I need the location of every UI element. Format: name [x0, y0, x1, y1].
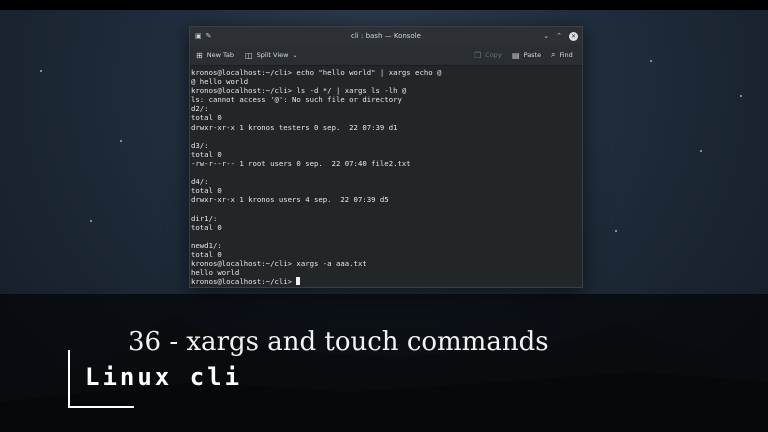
split-view-label: Split View — [256, 51, 289, 59]
close-icon[interactable]: ✕ — [569, 31, 578, 41]
top-black-bar — [0, 0, 768, 10]
chevron-down-icon: ⌄ — [292, 51, 298, 59]
episode-title: 36 - xargs and touch commands — [128, 327, 549, 357]
copy-button[interactable]: ❐ Copy — [474, 45, 502, 65]
window-titlebar[interactable]: ▣ ✎ cli : bash — Konsole ⌄ ⌃ ✕ — [190, 27, 582, 45]
terminal-output[interactable]: kronos@localhost:~/cli> echo "hello worl… — [190, 66, 582, 287]
new-tab-icon: ⊞ — [196, 50, 203, 60]
terminal-line: newd1/: — [191, 240, 222, 250]
terminal-line: total 0 — [191, 149, 222, 159]
copy-label: Copy — [485, 51, 502, 59]
minimize-icon[interactable]: ⌄ — [543, 27, 549, 45]
terminal-line: total 0 — [191, 186, 222, 196]
terminal-line: @ hello world — [191, 77, 249, 87]
paste-label: Paste — [523, 51, 542, 59]
terminal-line: total 0 — [191, 222, 222, 232]
brand-logo-text: Linux cli — [85, 363, 243, 391]
copy-icon: ❐ — [474, 50, 482, 60]
terminal-line: -rw-r--r-- 1 root users 0 sep. 22 07:40 … — [191, 158, 411, 168]
terminal-prompt: kronos@localhost:~/cli> — [191, 277, 297, 287]
terminal-line: kronos@localhost:~/cli> ls -d */ | xargs… — [191, 86, 407, 96]
brand-frame-vertical — [68, 350, 70, 408]
terminal-line: d3/: — [191, 140, 209, 150]
terminal-line: ls: cannot access '@': No such file or d… — [191, 95, 402, 105]
window-title: cli : bash — Konsole — [351, 32, 421, 40]
terminal-line: total 0 — [191, 113, 222, 123]
brand-frame-horizontal — [68, 406, 134, 408]
terminal-line: drwxr-xr-x 1 kronos users 4 sep. 22 07:3… — [191, 195, 389, 205]
terminal-line: kronos@localhost:~/cli> echo "hello worl… — [191, 68, 442, 77]
app-menu-icon[interactable]: ▣ — [195, 27, 202, 45]
terminal-prompt-line: kronos@localhost:~/cli> — [191, 277, 581, 286]
find-label: Find — [559, 51, 573, 59]
konsole-toolbar: ⊞ New Tab ◫ Split View ⌄ ❐ Copy ▤ Paste … — [190, 45, 582, 66]
terminal-line: hello world — [191, 268, 240, 278]
text-cursor — [296, 277, 301, 286]
terminal-line: total 0 — [191, 249, 222, 259]
terminal-line: drwxr-xr-x 1 kronos testers 0 sep. 22 07… — [191, 122, 398, 132]
pin-icon[interactable]: ✎ — [206, 27, 212, 45]
split-view-button[interactable]: ◫ Split View ⌄ — [245, 45, 298, 65]
search-icon: ⌕ — [551, 50, 556, 59]
terminal-line: d2/: — [191, 104, 209, 114]
find-button[interactable]: ⌕ Find — [551, 45, 573, 65]
paste-button[interactable]: ▤ Paste — [512, 45, 541, 65]
terminal-line: d4/: — [191, 177, 209, 187]
new-tab-button[interactable]: ⊞ New Tab — [196, 45, 234, 65]
terminal-line: dir1/: — [191, 213, 218, 223]
split-view-icon: ◫ — [245, 50, 253, 60]
terminal-line: kronos@localhost:~/cli> xargs -a aaa.txt — [191, 258, 367, 268]
new-tab-label: New Tab — [206, 51, 234, 59]
konsole-window: ▣ ✎ cli : bash — Konsole ⌄ ⌃ ✕ ⊞ New Tab… — [189, 26, 583, 288]
maximize-icon[interactable]: ⌃ — [556, 27, 562, 45]
paste-icon: ▤ — [512, 50, 520, 60]
